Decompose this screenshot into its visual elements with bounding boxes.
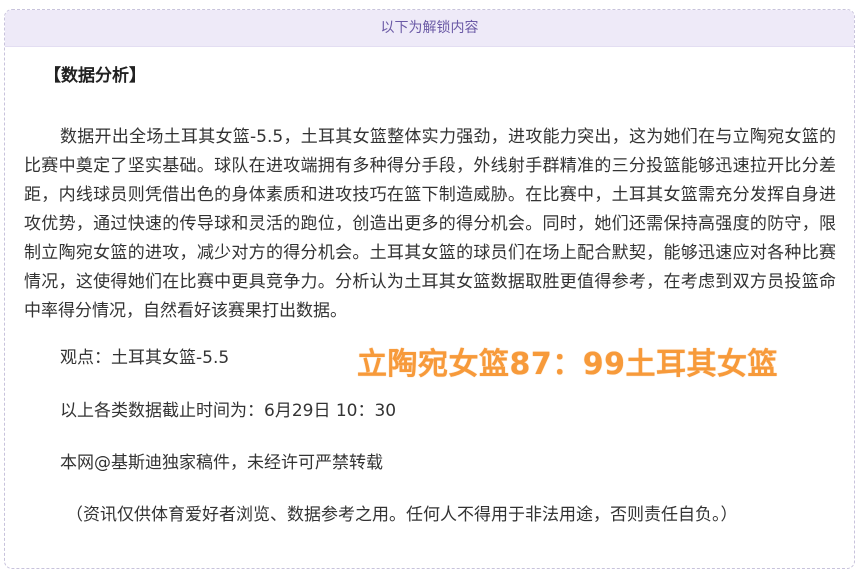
analysis-paragraph: 数据开出全场土耳其女篮-5.5，土耳其女篮整体实力强劲，进攻能力突出，这为她们在… xyxy=(24,127,836,321)
cutoff-time-line: 以上各类数据截止时间为：6月29日 10：30 xyxy=(60,401,397,421)
viewpoint-line: 观点：土耳其女篮-5.5 xyxy=(60,348,230,368)
unlock-header: 以下为解锁内容 xyxy=(5,10,854,47)
section-title: 【数据分析】 xyxy=(44,66,146,86)
disclaimer-line: （资讯仅供体育爱好者浏览、数据参考之用。任何人不得用于非法用途，否则责任自负。） xyxy=(66,505,738,525)
copyright-line: 本网@基斯迪独家稿件，未经许可严禁转载 xyxy=(60,453,383,473)
score-overlay: 立陶宛女篮87：99土耳其女篮 xyxy=(357,347,778,382)
